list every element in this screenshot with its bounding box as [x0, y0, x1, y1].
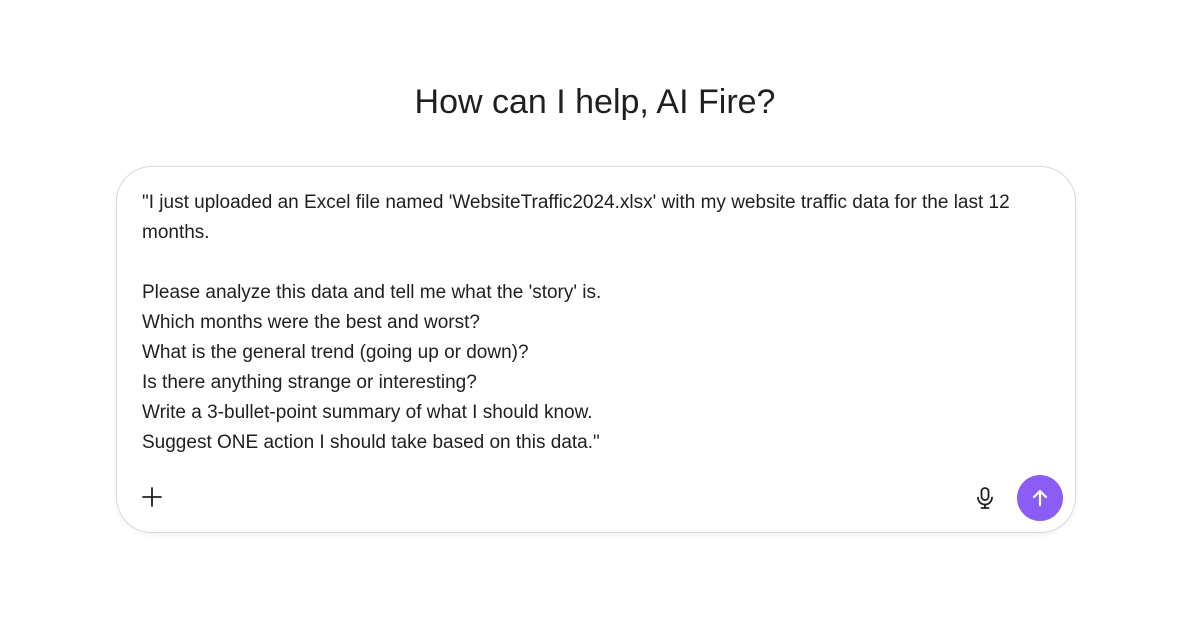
arrow-up-icon — [1032, 489, 1048, 507]
prompt-input[interactable]: "I just uploaded an Excel file named 'We… — [142, 188, 1057, 458]
prompt-line: "I just uploaded an Excel file named 'We… — [142, 192, 1010, 213]
prompt-line — [142, 248, 1057, 278]
prompt-line: Write a 3-bullet-point summary of what I… — [142, 402, 593, 423]
prompt-line: Please analyze this data and tell me wha… — [142, 282, 602, 303]
prompt-composer[interactable]: "I just uploaded an Excel file named 'We… — [116, 166, 1076, 533]
prompt-line: Is there anything strange or interesting… — [142, 372, 477, 393]
plus-icon — [142, 487, 162, 507]
prompt-line: Which months were the best and worst? — [142, 312, 480, 333]
microphone-icon — [977, 487, 993, 509]
prompt-line: What is the general trend (going up or d… — [142, 342, 529, 363]
voice-input-button[interactable] — [971, 484, 999, 512]
prompt-line: Suggest ONE action I should take based o… — [142, 432, 600, 453]
prompt-line: months. — [142, 222, 210, 243]
send-button[interactable] — [1017, 475, 1063, 521]
add-attachment-button[interactable] — [139, 484, 165, 510]
page-title: How can I help, AI Fire? — [414, 83, 776, 121]
